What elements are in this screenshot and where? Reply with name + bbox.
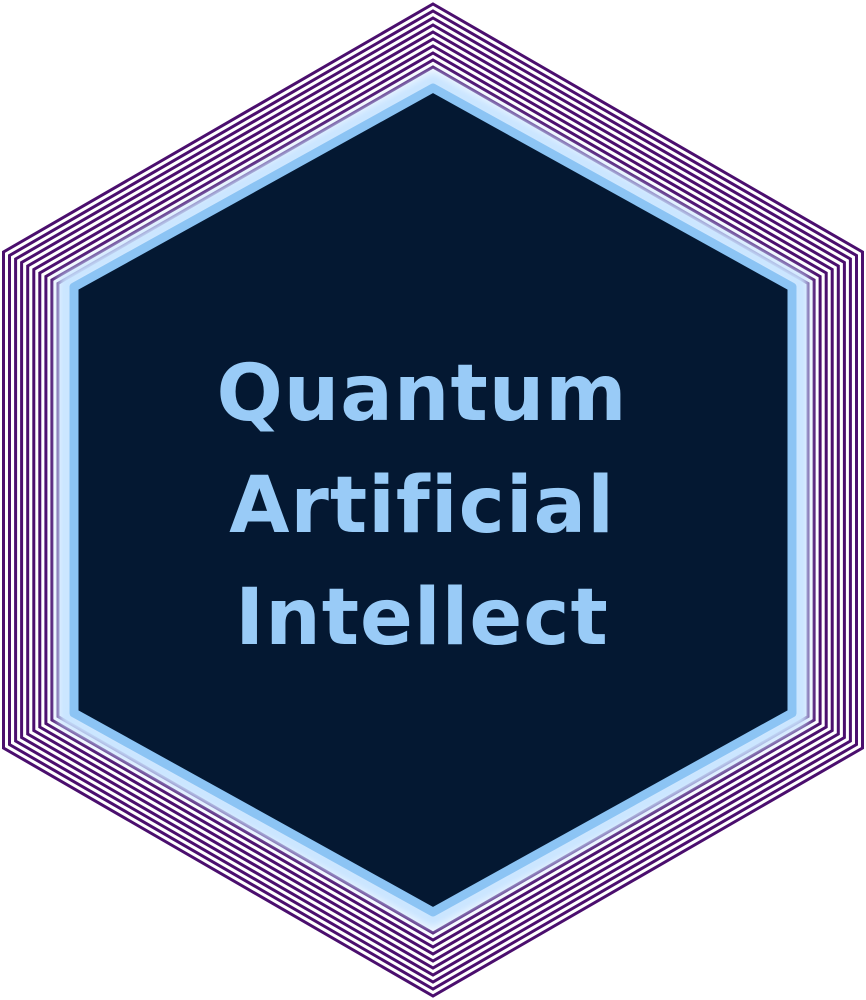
- title-line-1: Quantum: [216, 349, 627, 439]
- hexagon-logo: Quantum Artificial Intellect: [0, 0, 866, 1000]
- title-line-2: Artificial: [229, 461, 615, 551]
- title-line-3: Intellect: [235, 573, 609, 663]
- hexagon-badge-icon: Quantum Artificial Intellect: [1, 2, 864, 998]
